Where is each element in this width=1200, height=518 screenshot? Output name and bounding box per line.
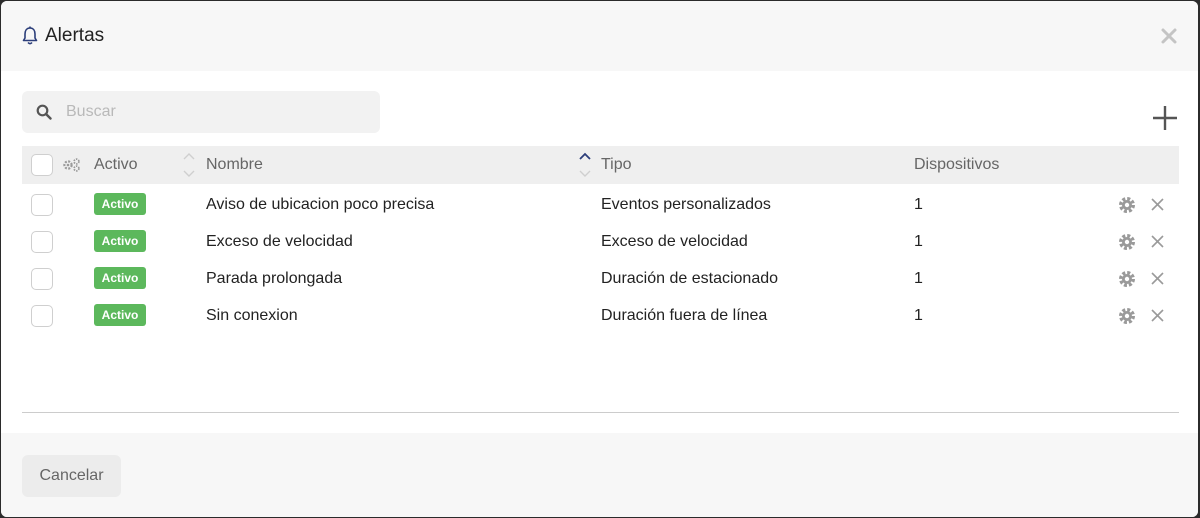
column-header-name[interactable]: Nombre (206, 146, 263, 184)
sort-icon[interactable] (182, 150, 196, 180)
alert-devices: 1 (914, 307, 923, 324)
gear-icon[interactable] (1117, 306, 1137, 326)
plus-icon[interactable] (1151, 104, 1179, 132)
alert-type: Exceso de velocidad (601, 233, 748, 250)
dialog-header: Alertas (1, 1, 1198, 71)
alert-name: Sin conexion (206, 307, 298, 324)
delete-icon[interactable] (1150, 271, 1165, 286)
alerts-dialog: Alertas Activo (1, 1, 1198, 517)
table-row: Activo Sin conexion Duración fuera de lí… (22, 297, 1179, 334)
table-row: Activo Parada prolongada Duración de est… (22, 260, 1179, 297)
alert-type: Duración fuera de línea (601, 307, 768, 324)
row-checkbox[interactable] (31, 268, 53, 290)
status-badge: Activo (94, 304, 146, 326)
alert-type: Duración de estacionado (601, 270, 779, 287)
dialog-title: Alertas (21, 23, 104, 49)
search-input[interactable] (64, 102, 368, 122)
alert-devices: 1 (914, 233, 923, 250)
sort-ascending-icon[interactable] (578, 150, 592, 180)
column-header-devices[interactable]: Dispositivos (914, 146, 999, 184)
delete-icon[interactable] (1150, 197, 1165, 212)
cogs-icon (63, 158, 80, 172)
alert-devices: 1 (914, 196, 923, 213)
column-header-active[interactable]: Activo (94, 146, 138, 184)
table-header: Activo Nombre Tipo Dispositivos (22, 146, 1179, 184)
column-header-type[interactable]: Tipo (601, 146, 632, 184)
close-icon[interactable] (1158, 25, 1180, 47)
dialog-title-text: Alertas (45, 25, 105, 46)
dialog-body: Activo Nombre Tipo Dispositivos Activo A… (1, 71, 1198, 433)
select-all-checkbox[interactable] (31, 154, 53, 176)
alert-name: Parada prolongada (206, 270, 343, 287)
delete-icon[interactable] (1150, 308, 1165, 323)
alert-name: Aviso de ubicacion poco precisa (206, 196, 435, 213)
gear-icon[interactable] (1117, 269, 1137, 289)
search-icon (36, 104, 52, 120)
gear-icon[interactable] (1117, 232, 1137, 252)
table-row: Activo Aviso de ubicacion poco precisa E… (22, 186, 1179, 223)
alert-name: Exceso de velocidad (206, 233, 353, 250)
row-checkbox[interactable] (31, 305, 53, 327)
table-divider (22, 412, 1179, 413)
dialog-footer: Cancelar (1, 433, 1198, 517)
alert-devices: 1 (914, 270, 923, 287)
bell-icon (22, 26, 38, 45)
cancel-button[interactable]: Cancelar (22, 455, 121, 497)
alert-type: Eventos personalizados (601, 196, 771, 213)
delete-icon[interactable] (1150, 234, 1165, 249)
search-box (22, 91, 380, 133)
row-checkbox[interactable] (31, 194, 53, 216)
gear-icon[interactable] (1117, 195, 1137, 215)
table-row: Activo Exceso de velocidad Exceso de vel… (22, 223, 1179, 260)
row-checkbox[interactable] (31, 231, 53, 253)
status-badge: Activo (94, 267, 146, 289)
status-badge: Activo (94, 193, 146, 215)
status-badge: Activo (94, 230, 146, 252)
